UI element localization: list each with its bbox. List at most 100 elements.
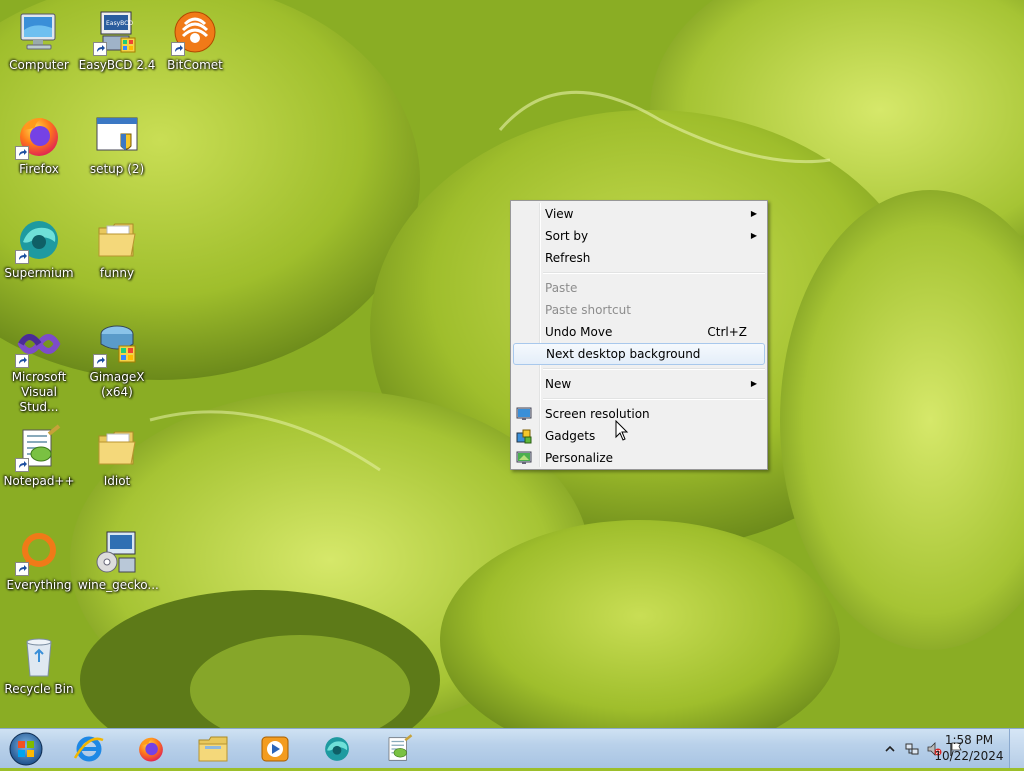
menu-item-gadgets[interactable]: Gadgets xyxy=(513,425,765,447)
desktop-icon-label: EasyBCD 2.4 xyxy=(78,58,156,72)
desktop-icon-label: Microsoft Visual Stud... xyxy=(11,370,67,414)
network-icon[interactable] xyxy=(904,741,920,757)
menu-item-view[interactable]: View ▶ xyxy=(513,203,765,225)
menu-item-label: Sort by xyxy=(545,229,589,243)
desktop-icon-supermium[interactable]: Supermium xyxy=(0,210,78,306)
svg-text:EasyBCD: EasyBCD xyxy=(106,20,133,27)
menu-item-label: Next desktop background xyxy=(546,347,701,361)
desktop-icon-label: setup (2) xyxy=(89,162,145,176)
folder-icon xyxy=(93,216,141,264)
desktop-icon-label: GimageX (x64) xyxy=(89,370,145,399)
desktop-icon-wine-gecko[interactable]: wine_gecko... xyxy=(78,522,159,618)
personalize-icon xyxy=(516,450,532,466)
desktop-icon-firefox[interactable]: Firefox xyxy=(0,106,78,202)
menu-item-screen-resolution[interactable]: Screen resolution xyxy=(513,403,765,425)
file-explorer-icon xyxy=(198,736,228,762)
menu-item-label: Refresh xyxy=(545,251,591,265)
computer-icon xyxy=(15,8,63,56)
menu-item-refresh[interactable]: Refresh xyxy=(513,247,765,269)
system-tray: 1:58 PM 10/22/2024 xyxy=(834,729,1024,769)
submenu-arrow-icon: ▶ xyxy=(750,231,757,240)
menu-separator xyxy=(543,368,765,370)
show-desktop-button[interactable] xyxy=(1009,729,1024,768)
desktop-icon-computer[interactable]: Computer xyxy=(0,2,78,98)
menu-item-label: View xyxy=(545,207,574,221)
desktop-icon-notepad[interactable]: Notepad++ xyxy=(0,418,78,514)
everything-icon xyxy=(15,528,63,576)
desktop-icon-everything[interactable]: Everything xyxy=(0,522,78,618)
taskbar-notepad-[interactable] xyxy=(372,731,426,767)
easybcd-icon: EasyBCD xyxy=(93,8,141,56)
shortcut-arrow-icon xyxy=(15,562,29,576)
notepadpp-icon xyxy=(388,734,413,761)
menu-item-personalize[interactable]: Personalize xyxy=(513,447,765,469)
setup-installer-icon xyxy=(93,112,141,160)
screen-resolution-icon xyxy=(516,406,532,422)
menu-item-sort-by[interactable]: Sort by ▶ xyxy=(513,225,765,247)
taskbar-internet-explorer[interactable] xyxy=(62,731,116,767)
supermium-icon xyxy=(325,737,349,761)
menu-item-label: New xyxy=(545,377,572,391)
menu-item-shortcut: Ctrl+Z xyxy=(707,325,747,339)
taskbar-clock[interactable]: 1:58 PM 10/22/2024 xyxy=(934,732,1004,764)
media-player-icon xyxy=(261,736,289,762)
desktop-icon-setup-2[interactable]: setup (2) xyxy=(78,106,156,202)
desktop-context-menu: View ▶ Sort by ▶ Refresh Paste Paste shortcut U… xyxy=(510,200,768,470)
internet-explorer-icon xyxy=(73,736,104,762)
clock-date: 10/22/2024 xyxy=(934,749,1004,763)
menu-item-label: Personalize xyxy=(545,451,614,465)
menu-item-label: Screen resolution xyxy=(545,407,650,421)
taskbar-windows-media-player[interactable] xyxy=(248,731,302,767)
desktop-icon-label: funny xyxy=(99,266,135,280)
desktop-icon-label: Idiot xyxy=(103,474,131,488)
notepadpp-icon xyxy=(15,424,63,472)
menu-item-paste-shortcut: Paste shortcut xyxy=(513,299,765,321)
desktop-icon-funny[interactable]: funny xyxy=(78,210,156,306)
desktop-icon-microsoft-visual-stud[interactable]: Microsoft Visual Stud... xyxy=(0,314,78,414)
desktop-icon-bitcomet[interactable]: BitComet xyxy=(156,2,234,98)
desktop-icon-label: Everything xyxy=(6,578,72,592)
supermium-icon xyxy=(15,216,63,264)
submenu-arrow-icon: ▶ xyxy=(750,379,757,388)
taskbar-windows-explorer[interactable] xyxy=(186,731,240,767)
mouse-pointer-icon xyxy=(615,420,629,441)
shortcut-arrow-icon xyxy=(15,458,29,472)
desktop-icon-gimagex-x64[interactable]: GimageX (x64) xyxy=(78,314,156,410)
menu-separator xyxy=(543,272,765,274)
clock-time: 1:58 PM xyxy=(944,733,994,747)
menu-item-label: Undo Move xyxy=(545,325,613,339)
desktop-icon-recycle-bin[interactable]: Recycle Bin xyxy=(0,626,78,722)
desktop-icon-label: Computer xyxy=(9,58,69,72)
visual-studio-icon xyxy=(15,320,63,368)
windows-orb-icon xyxy=(9,732,43,766)
desktop-icon-label: BitComet xyxy=(167,58,223,72)
desktop-icon-label: Supermium xyxy=(4,266,74,280)
firefox-icon xyxy=(15,112,63,160)
menu-item-label: Paste shortcut xyxy=(545,303,631,317)
menu-item-paste: Paste xyxy=(513,277,765,299)
menu-item-new[interactable]: New ▶ xyxy=(513,373,765,395)
shortcut-arrow-icon xyxy=(171,42,185,56)
recycle-bin-icon xyxy=(15,632,63,680)
desktop-icon-label: Notepad++ xyxy=(3,474,75,488)
show-hidden-icons-chevron-icon[interactable] xyxy=(882,741,898,757)
menu-separator xyxy=(543,398,765,400)
menu-item-undo-move[interactable]: Undo Move Ctrl+Z xyxy=(513,321,765,343)
taskbar-supermium[interactable] xyxy=(310,731,364,767)
shortcut-arrow-icon xyxy=(15,146,29,160)
desktop-icon-idiot[interactable]: Idiot xyxy=(78,418,156,514)
desktop-icon-easybcd-2-4[interactable]: EasyBCD EasyBCD 2.4 xyxy=(78,2,156,98)
taskbar-firefox[interactable] xyxy=(124,731,178,767)
menu-item-label: Gadgets xyxy=(545,429,596,443)
folder-icon xyxy=(93,424,141,472)
shortcut-arrow-icon xyxy=(15,250,29,264)
gadgets-icon xyxy=(516,428,532,444)
shortcut-arrow-icon xyxy=(93,354,107,368)
menu-item-next-desktop-background[interactable]: Next desktop background xyxy=(513,343,765,365)
firefox-icon xyxy=(139,737,163,762)
desktop-icon-label: Firefox xyxy=(19,162,59,176)
start-button[interactable] xyxy=(4,730,48,768)
submenu-arrow-icon: ▶ xyxy=(750,209,757,218)
shortcut-arrow-icon xyxy=(93,42,107,56)
menu-item-label: Paste xyxy=(545,281,578,295)
